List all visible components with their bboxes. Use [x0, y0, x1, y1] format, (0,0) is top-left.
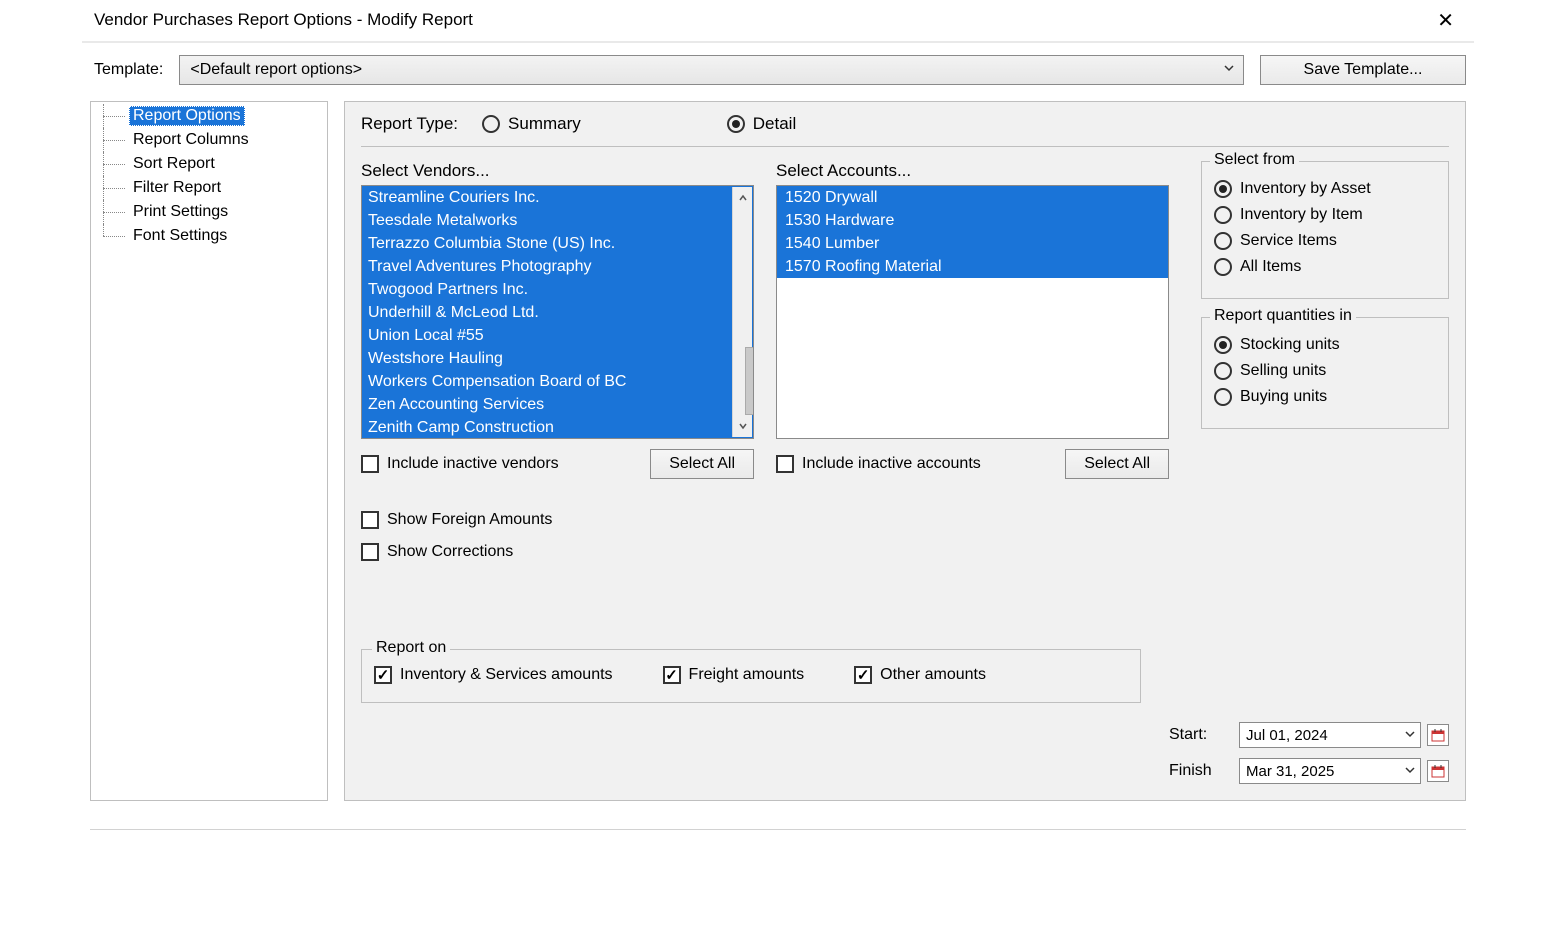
scroll-down-icon[interactable]	[733, 415, 753, 437]
include-inactive-vendors-checkbox[interactable]: Include inactive vendors	[361, 455, 559, 473]
list-item[interactable]: Workers Compensation Board of BC	[362, 370, 753, 393]
template-dropdown[interactable]: <Default report options>	[179, 55, 1244, 85]
radio-all-items[interactable]: All Items	[1214, 258, 1436, 276]
report-on-inventory-services[interactable]: Inventory & Services amounts	[374, 666, 613, 684]
vendors-select-all-button[interactable]: Select All	[650, 449, 754, 479]
select-vendors-label: Select Vendors...	[361, 161, 754, 181]
radio-icon	[1214, 232, 1232, 250]
sidebar-item-filter-report[interactable]: Filter Report	[95, 176, 323, 200]
report-on-other[interactable]: Other amounts	[854, 666, 986, 684]
chevron-down-icon	[1404, 727, 1416, 744]
radio-stocking-units[interactable]: Stocking units	[1214, 336, 1436, 354]
sidebar-item-print-settings[interactable]: Print Settings	[95, 200, 323, 224]
window-title: Vendor Purchases Report Options - Modify…	[94, 10, 1429, 30]
scrollbar[interactable]	[732, 187, 752, 437]
list-item[interactable]: Westshore Hauling	[362, 347, 753, 370]
show-foreign-checkbox[interactable]: Show Foreign Amounts	[361, 511, 754, 529]
scroll-up-icon[interactable]	[733, 187, 753, 209]
checkbox-icon	[776, 455, 794, 473]
radio-buying-units[interactable]: Buying units	[1214, 388, 1436, 406]
sidebar-item-report-options[interactable]: Report Options	[95, 104, 323, 128]
checkbox-icon	[374, 666, 392, 684]
checkbox-icon	[854, 666, 872, 684]
radio-icon	[1214, 388, 1232, 406]
include-inactive-accounts-checkbox[interactable]: Include inactive accounts	[776, 455, 981, 473]
list-item[interactable]: Underhill & McLeod Ltd.	[362, 301, 753, 324]
save-template-button[interactable]: Save Template...	[1260, 55, 1466, 85]
radio-summary[interactable]: Summary	[482, 114, 581, 134]
close-icon[interactable]: ✕	[1429, 8, 1462, 33]
radio-icon	[1214, 180, 1232, 198]
chevron-down-icon	[1223, 61, 1235, 79]
list-item[interactable]: Zen Accounting Services	[362, 393, 753, 416]
sidebar-item-report-columns[interactable]: Report Columns	[95, 128, 323, 152]
finish-date-label: Finish	[1169, 762, 1233, 780]
list-item[interactable]: 1530 Hardware	[777, 209, 1168, 232]
report-on-freight[interactable]: Freight amounts	[663, 666, 805, 684]
report-options-panel: Report Type: Summary Detail Select Vendo…	[344, 101, 1466, 801]
report-type-label: Report Type:	[361, 114, 458, 134]
sidebar: Report Options Report Columns Sort Repor…	[90, 101, 328, 801]
chevron-down-icon	[1404, 763, 1416, 780]
show-corrections-checkbox[interactable]: Show Corrections	[361, 543, 754, 561]
radio-inventory-by-item[interactable]: Inventory by Item	[1214, 206, 1436, 224]
report-on-group: Report on Inventory & Services amounts F…	[361, 649, 1141, 703]
list-item[interactable]: Twogood Partners Inc.	[362, 278, 753, 301]
list-item[interactable]: 1570 Roofing Material	[777, 255, 1168, 278]
checkbox-icon	[361, 543, 379, 561]
list-item[interactable]: Union Local #55	[362, 324, 753, 347]
select-accounts-label: Select Accounts...	[776, 161, 1169, 181]
template-label: Template:	[90, 61, 163, 79]
list-item[interactable]: Zenith Camp Construction	[362, 416, 753, 438]
list-item[interactable]: 1540 Lumber	[777, 232, 1168, 255]
calendar-icon[interactable]	[1427, 724, 1449, 746]
radio-icon	[1214, 206, 1232, 224]
list-item[interactable]: Streamline Couriers Inc.	[362, 186, 753, 209]
accounts-listbox[interactable]: 1520 Drywall 1530 Hardware 1540 Lumber 1…	[776, 185, 1169, 439]
finish-date-input[interactable]: Mar 31, 2025	[1239, 758, 1421, 784]
vendors-listbox[interactable]: Streamline Couriers Inc. Teesdale Metalw…	[361, 185, 754, 439]
radio-inventory-by-asset[interactable]: Inventory by Asset	[1214, 180, 1436, 198]
calendar-icon[interactable]	[1427, 760, 1449, 782]
template-value: <Default report options>	[190, 61, 362, 79]
radio-icon	[1214, 336, 1232, 354]
radio-icon	[1214, 362, 1232, 380]
report-quantities-group: Report quantities in Stocking units Sell…	[1201, 317, 1449, 429]
start-date-input[interactable]: Jul 01, 2024	[1239, 722, 1421, 748]
list-item[interactable]: Travel Adventures Photography	[362, 255, 753, 278]
accounts-select-all-button[interactable]: Select All	[1065, 449, 1169, 479]
radio-icon	[1214, 258, 1232, 276]
sidebar-item-font-settings[interactable]: Font Settings	[95, 224, 323, 248]
select-from-group: Select from Inventory by Asset Inventory…	[1201, 161, 1449, 299]
list-item[interactable]: Teesdale Metalworks	[362, 209, 753, 232]
radio-service-items[interactable]: Service Items	[1214, 232, 1436, 250]
list-item[interactable]: 1520 Drywall	[777, 186, 1168, 209]
checkbox-icon	[361, 511, 379, 529]
radio-selling-units[interactable]: Selling units	[1214, 362, 1436, 380]
list-item[interactable]: Terrazzo Columbia Stone (US) Inc.	[362, 232, 753, 255]
start-date-label: Start:	[1169, 726, 1233, 744]
sidebar-item-sort-report[interactable]: Sort Report	[95, 152, 323, 176]
checkbox-icon	[663, 666, 681, 684]
radio-icon	[727, 115, 745, 133]
radio-detail[interactable]: Detail	[727, 114, 796, 134]
checkbox-icon	[361, 455, 379, 473]
radio-icon	[482, 115, 500, 133]
